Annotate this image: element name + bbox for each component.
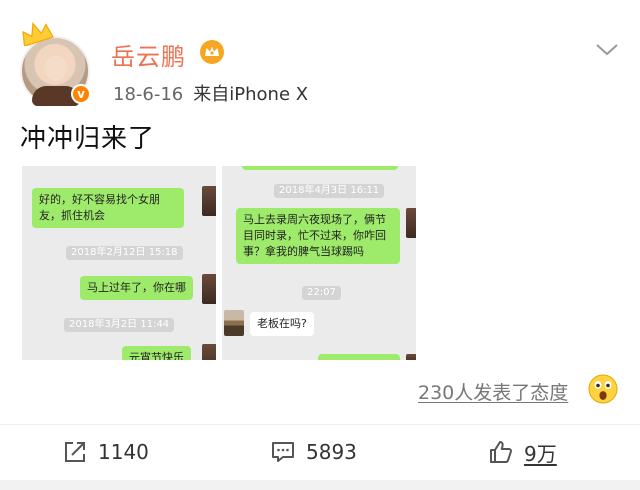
chat-avatar	[202, 344, 216, 360]
post-source: 来自iPhone X	[193, 84, 309, 105]
comment-count: 5893	[306, 440, 357, 464]
chat-timestamp: 2018年4月3日 16:11	[274, 184, 385, 198]
chat-bubble: 好的，好不容易找个女朋友，抓住机会	[32, 188, 184, 228]
vip-crown-icon[interactable]	[199, 39, 225, 65]
repost-icon	[65, 442, 85, 462]
like-count: 9万	[524, 441, 557, 466]
chat-screenshot-right[interactable]: 2018年4月3日 16:11 马上去录周六夜现场了，俩节目同时录，忙不过来，你…	[222, 166, 416, 360]
comment-button[interactable]: 5893	[270, 438, 357, 466]
chat-avatar	[406, 208, 416, 238]
chat-bubble: 元宵节快乐	[122, 346, 191, 360]
chat-avatar	[202, 274, 216, 304]
chat-bubble-partial	[318, 354, 400, 360]
repost-count: 1140	[98, 440, 149, 464]
chat-timestamp: 2018年3月2日 11:44	[64, 318, 175, 332]
bottom-separator	[0, 480, 640, 490]
avatar-face	[45, 55, 67, 81]
surprised-face-icon[interactable]	[588, 374, 618, 404]
post-date: 18-6-16	[113, 84, 184, 105]
chat-timestamp: 2018年2月12日 15:18	[66, 246, 183, 260]
post-text: 冲冲归来了	[20, 124, 156, 154]
chat-screenshot-left[interactable]: 好的，好不容易找个女朋友，抓住机会 2018年2月12日 15:18 马上过年了…	[22, 166, 216, 360]
chevron-down-icon[interactable]	[594, 42, 620, 58]
attitude-link[interactable]: 230人发表了态度	[418, 378, 568, 405]
repost-button[interactable]: 1140	[62, 438, 149, 466]
thumbs-up-icon	[490, 441, 512, 463]
verified-badge: v	[71, 84, 91, 104]
chat-bubble: 老板在吗?	[250, 312, 314, 336]
post-meta: 18-6-16 来自iPhone X	[113, 80, 308, 106]
chat-bubble-partial	[242, 166, 398, 170]
username[interactable]: 岳云鹏	[111, 37, 186, 72]
like-button[interactable]: 9万	[488, 438, 557, 466]
chat-timestamp: 22:07	[302, 286, 341, 300]
chat-bubble: 马上过年了，你在哪	[80, 276, 193, 300]
crown-icon	[22, 22, 54, 46]
chat-avatar	[406, 354, 416, 360]
chat-avatar	[202, 186, 216, 216]
comment-icon	[272, 442, 294, 462]
divider	[0, 424, 640, 425]
chat-bubble: 马上去录周六夜现场了，俩节目同时录，忙不过来，你咋回事？拿我的脾气当球踢吗	[236, 208, 400, 264]
chat-avatar	[224, 310, 244, 336]
avatar[interactable]: v	[20, 22, 96, 112]
